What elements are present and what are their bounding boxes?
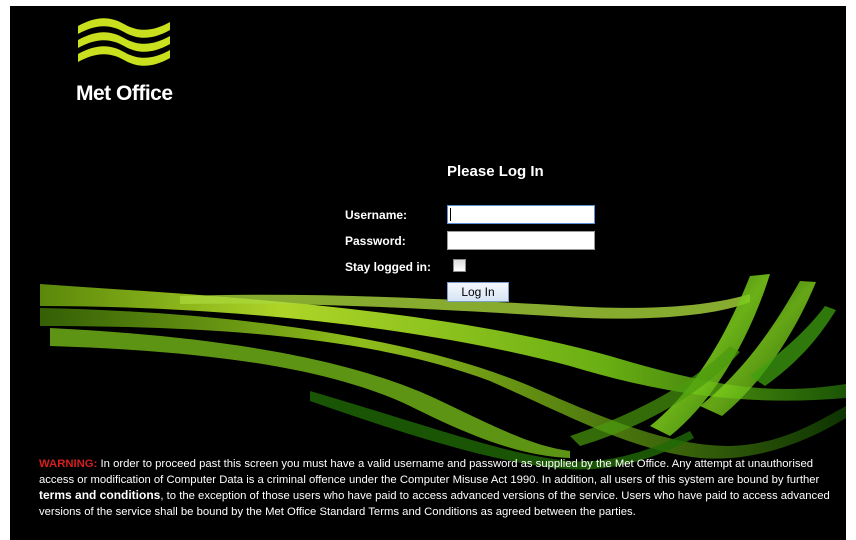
warning-text-part1: In order to proceed past this screen you… — [39, 458, 820, 486]
login-button[interactable]: Log In — [447, 282, 509, 302]
stay-logged-in-checkbox[interactable] — [453, 259, 466, 272]
username-label: Username: — [345, 208, 408, 222]
password-input[interactable] — [447, 231, 595, 250]
login-title: Please Log In — [447, 163, 544, 180]
terms-and-conditions-link[interactable]: terms and conditions — [39, 488, 160, 502]
warning-label: WARNING: — [39, 458, 98, 470]
legal-warning: WARNING: In order to proceed past this s… — [39, 457, 839, 520]
met-office-waves-icon — [78, 18, 170, 66]
password-label: Password: — [345, 234, 406, 248]
login-page: Met Office Please Log In Username: Passw… — [10, 6, 846, 540]
stay-logged-in-label: Stay logged in: — [345, 260, 432, 274]
logo-wordmark: Met Office — [76, 82, 173, 105]
met-office-logo: Met Office — [76, 14, 186, 106]
text-cursor — [450, 208, 451, 221]
username-input[interactable] — [447, 205, 595, 224]
